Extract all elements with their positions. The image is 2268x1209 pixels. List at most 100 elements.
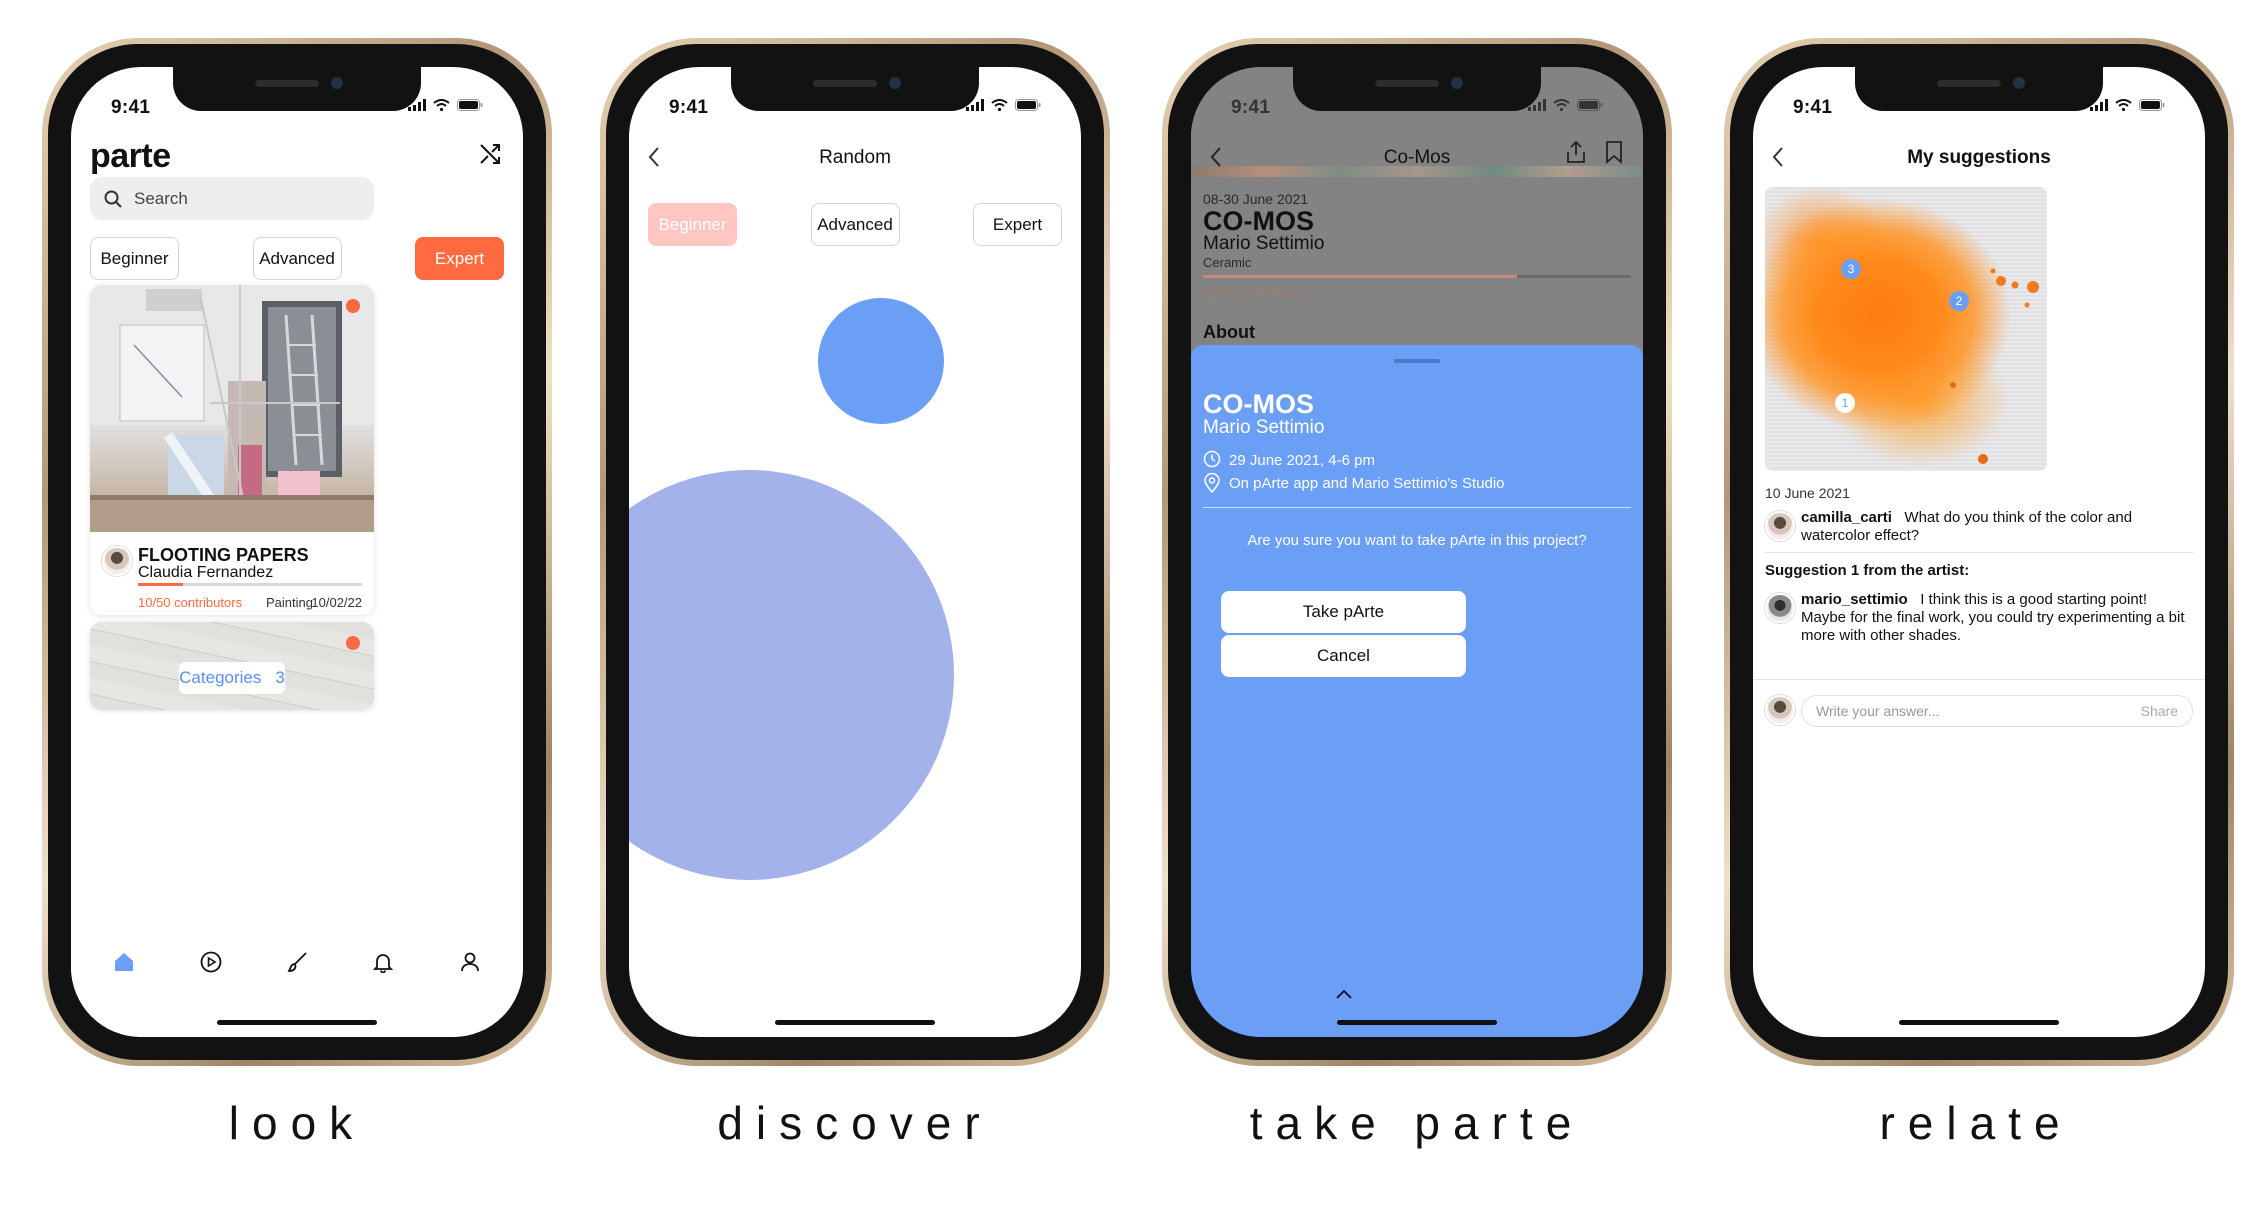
notch (1855, 67, 2103, 111)
chevron-up-icon[interactable] (1335, 989, 1353, 999)
camera (331, 77, 343, 89)
contributors-progress-fill (1203, 275, 1517, 278)
contributors-progress (1203, 275, 1631, 278)
watercolor-artwork[interactable]: 3 2 1 (1765, 187, 2047, 471)
phone-take-parte: 9:41 Co-Mos 08-30 June 2021 CO-MOS Mario… (1162, 38, 1672, 1066)
comment-username[interactable]: camilla_carti (1801, 509, 1892, 526)
home-icon[interactable] (113, 951, 135, 973)
card-author: Claudia Fernandez (138, 564, 274, 581)
battery-icon (1015, 99, 1041, 111)
screen-take-parte: 9:41 Co-Mos 08-30 June 2021 CO-MOS Mario… (1191, 67, 1643, 1037)
share-icon[interactable] (1565, 140, 1587, 164)
phone-frame: 9:41 Co-Mos 08-30 June 2021 CO-MOS Mario… (1168, 44, 1666, 1060)
artist-avatar (1765, 593, 1795, 623)
status-icons (966, 99, 1041, 111)
notch (1293, 67, 1541, 111)
wifi-icon (433, 99, 450, 111)
wifi-icon (1553, 99, 1570, 111)
paint-splatter (1950, 268, 2039, 464)
level-beginner-button[interactable]: Beginner (90, 237, 179, 280)
notch (731, 67, 979, 111)
contributors-progress-fill (138, 583, 183, 586)
answer-input[interactable]: Write your answer... Share (1801, 695, 2193, 727)
comment-body: camilla_carti What do you think of the c… (1801, 509, 2191, 545)
bookmark-icon[interactable] (1605, 140, 1623, 164)
status-time: 9:41 (1231, 97, 1271, 118)
sheet-divider (1203, 507, 1631, 508)
status-icons (1528, 99, 1603, 111)
shuffle-icon[interactable] (478, 142, 502, 166)
confirm-question: Are you sure you want to take pArte in t… (1247, 532, 1587, 549)
categories-chip[interactable]: Categories 3 (179, 662, 285, 694)
contributors-count: 10/50 contributors (138, 595, 243, 610)
categories-label: Categories (179, 668, 262, 687)
card-title: FLOOTING PAPERS (138, 545, 309, 565)
project-card[interactable]: FLOOTING PAPERS Claudia Fernandez 10/50 … (90, 285, 374, 615)
speaker (1375, 80, 1439, 87)
battery-icon (1577, 99, 1603, 111)
phone-frame: 9:41 parte Search Beginner Advanced Expe… (48, 44, 546, 1060)
home-indicator (1337, 1020, 1497, 1025)
phone-relate: 9:41 My suggestions 3 2 1 10 June 2021 c… (1724, 38, 2234, 1066)
new-badge (346, 636, 360, 650)
brush-icon[interactable] (286, 951, 308, 973)
speaker (1937, 80, 2001, 87)
random-circle-large[interactable] (629, 470, 954, 880)
author-avatar (102, 546, 132, 576)
composer-divider (1753, 679, 2205, 680)
card-date: 10/02/22 (311, 595, 362, 610)
wifi-icon (2115, 99, 2132, 111)
project-card-2[interactable]: Categories 3 (90, 622, 374, 710)
take-parte-button[interactable]: Take pArte (1221, 591, 1466, 633)
level-beginner-button[interactable]: Beginner (648, 203, 737, 246)
phone-look: 9:41 parte Search Beginner Advanced Expe… (42, 38, 552, 1066)
camera (889, 77, 901, 89)
status-time: 9:41 (1793, 97, 1833, 118)
artwork-image (90, 285, 374, 532)
contributors-progress (138, 583, 362, 586)
sheet-handle[interactable] (1394, 359, 1440, 363)
notch (173, 67, 421, 111)
battery-icon (2139, 99, 2165, 111)
screen-relate: 9:41 My suggestions 3 2 1 10 June 2021 c… (1753, 67, 2205, 1037)
random-circle-small[interactable] (818, 298, 944, 424)
share-button[interactable]: Share (2141, 703, 2178, 719)
status-time: 9:41 (111, 97, 151, 118)
project-medium: Ceramic (1203, 255, 1252, 270)
nav-title: My suggestions (1907, 147, 2051, 168)
level-advanced-button[interactable]: Advanced (810, 203, 900, 246)
caption-look: look (228, 1097, 366, 1149)
new-badge (346, 299, 360, 313)
level-expert-button[interactable]: Expert (415, 237, 504, 280)
play-icon[interactable] (200, 951, 222, 973)
artist-suggestion-heading: Suggestion 1 from the artist: (1765, 562, 1970, 579)
suggestion-pin-2[interactable]: 2 (1949, 291, 1969, 311)
reply-username[interactable]: mario_settimio (1801, 591, 1908, 608)
suggestion-pin-1[interactable]: 1 (1835, 393, 1855, 413)
card-category: Painting (266, 595, 313, 610)
user-icon[interactable] (459, 951, 481, 973)
search-icon (104, 190, 122, 208)
my-avatar (1765, 695, 1795, 725)
sheet-artist: Mario Settimio (1203, 417, 1325, 438)
search-input[interactable]: Search (90, 177, 374, 220)
level-advanced-button[interactable]: Advanced (252, 237, 342, 280)
camera (2013, 77, 2025, 89)
section-divider (1765, 552, 2193, 553)
card-info: FLOOTING PAPERS Claudia Fernandez 10/50 … (90, 532, 374, 615)
home-indicator (1899, 1020, 2059, 1025)
location-pin-icon (1204, 473, 1220, 493)
status-icons (408, 99, 483, 111)
phone-discover: 9:41 Random Beginner Advanced Expert (600, 38, 1110, 1066)
caption-take-parte: take parte (1249, 1097, 1585, 1149)
screen-discover: 9:41 Random Beginner Advanced Expert (629, 67, 1081, 1037)
level-filters: Beginner Advanced Expert (648, 203, 1062, 246)
camera (1451, 77, 1463, 89)
cancel-button[interactable]: Cancel (1221, 635, 1466, 677)
bell-icon[interactable] (372, 951, 394, 973)
level-expert-button[interactable]: Expert (973, 203, 1062, 246)
caption-discover: discover (717, 1097, 993, 1149)
about-heading: About (1203, 322, 1255, 342)
suggestion-pin-3[interactable]: 3 (1841, 259, 1861, 279)
search-placeholder: Search (134, 188, 188, 208)
